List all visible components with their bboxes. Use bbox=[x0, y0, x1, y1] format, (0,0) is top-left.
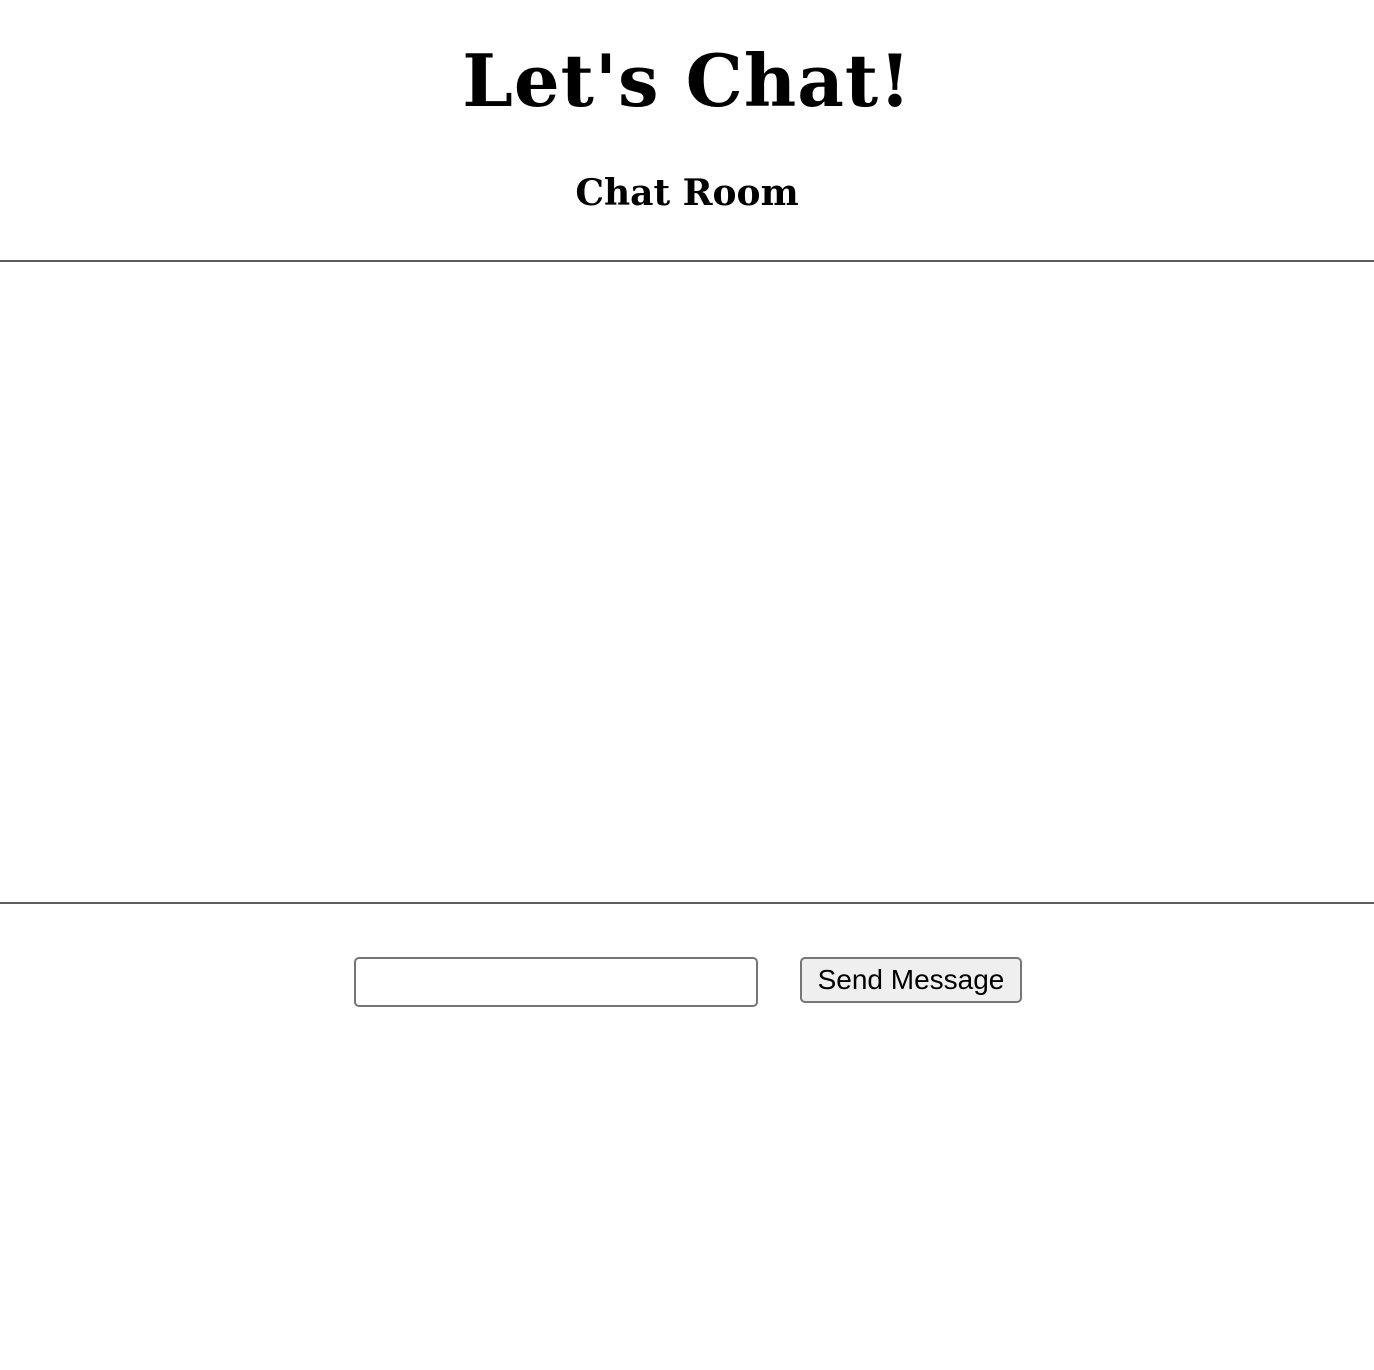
message-composer: Send Message bbox=[354, 957, 1024, 1009]
chat-room-title: Chat Room bbox=[575, 172, 799, 214]
send-message-button[interactable]: Send Message bbox=[800, 957, 1022, 1003]
top-divider bbox=[0, 260, 1374, 262]
bottom-divider bbox=[0, 902, 1374, 904]
page-title: Let's Chat! bbox=[462, 38, 912, 123]
message-area[interactable] bbox=[0, 263, 1374, 901]
chat-page: Let's Chat! Chat Room Send Message bbox=[0, 0, 1374, 1370]
message-input[interactable] bbox=[354, 957, 758, 1007]
